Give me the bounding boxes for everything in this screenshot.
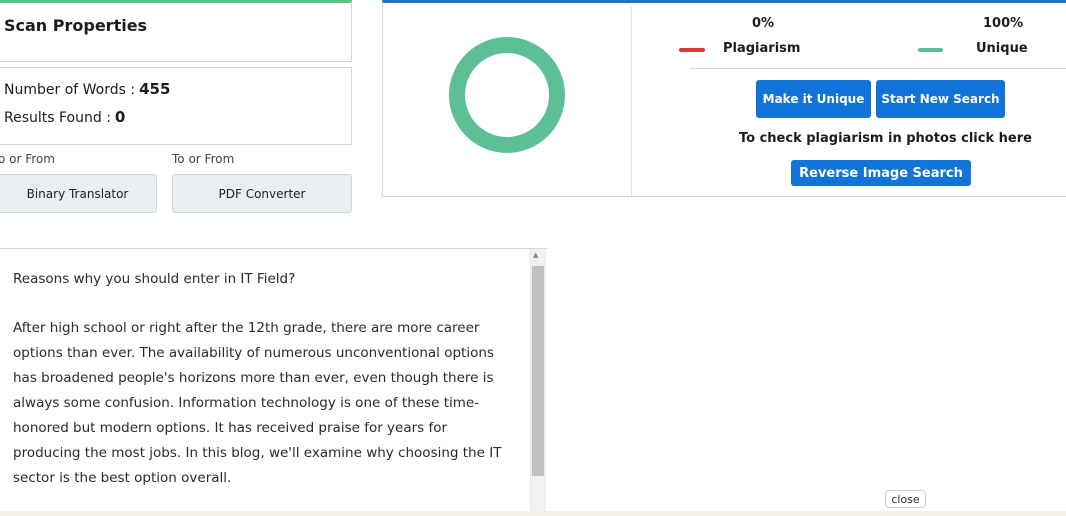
word-count-value: 455 xyxy=(139,80,171,98)
content-heading: Reasons why you should enter in IT Field… xyxy=(13,271,296,287)
bottom-ad-strip xyxy=(0,511,1066,516)
plagiarism-percent: 0% xyxy=(752,16,775,31)
plagiarism-donut-chart xyxy=(449,37,565,153)
results-divider xyxy=(631,6,632,196)
photo-check-text: To check plagiarism in photos click here xyxy=(739,131,1032,146)
tool-label-binary: o or From xyxy=(0,152,55,166)
close-button[interactable]: close xyxy=(885,490,926,508)
results-found-label: Results Found : xyxy=(4,110,111,126)
reverse-image-search-button[interactable]: Reverse Image Search xyxy=(791,160,971,186)
word-count: Number of Words :455 xyxy=(4,80,170,98)
content-paragraph: After high school or right after the 12t… xyxy=(13,320,502,486)
legend-divider xyxy=(690,68,1066,69)
scrollbar-thumb[interactable] xyxy=(532,266,544,476)
content-text: Reasons why you should enter in IT Field… xyxy=(13,267,518,515)
binary-translator-button[interactable]: Binary Translator xyxy=(0,174,157,213)
plagiarism-legend-label: Plagiarism xyxy=(723,41,801,56)
start-new-search-button[interactable]: Start New Search xyxy=(876,80,1005,118)
donut-unique-segment xyxy=(449,37,565,153)
results-found: Results Found :0 xyxy=(4,108,125,126)
tool-label-pdf: To or From xyxy=(172,152,235,166)
plagiarism-legend-swatch xyxy=(679,48,705,52)
results-found-value: 0 xyxy=(114,108,126,126)
unique-percent: 100% xyxy=(983,16,1024,31)
make-it-unique-button[interactable]: Make it Unique xyxy=(756,80,871,118)
unique-legend-label: Unique xyxy=(976,41,1028,56)
word-count-label: Number of Words : xyxy=(4,82,136,98)
scroll-up-arrow-icon[interactable]: ▲ xyxy=(533,251,538,259)
scan-stats-card xyxy=(0,67,352,145)
unique-legend-swatch xyxy=(918,48,943,52)
scan-properties-title: Scan Properties xyxy=(4,16,148,35)
pdf-converter-button[interactable]: PDF Converter xyxy=(172,174,352,213)
